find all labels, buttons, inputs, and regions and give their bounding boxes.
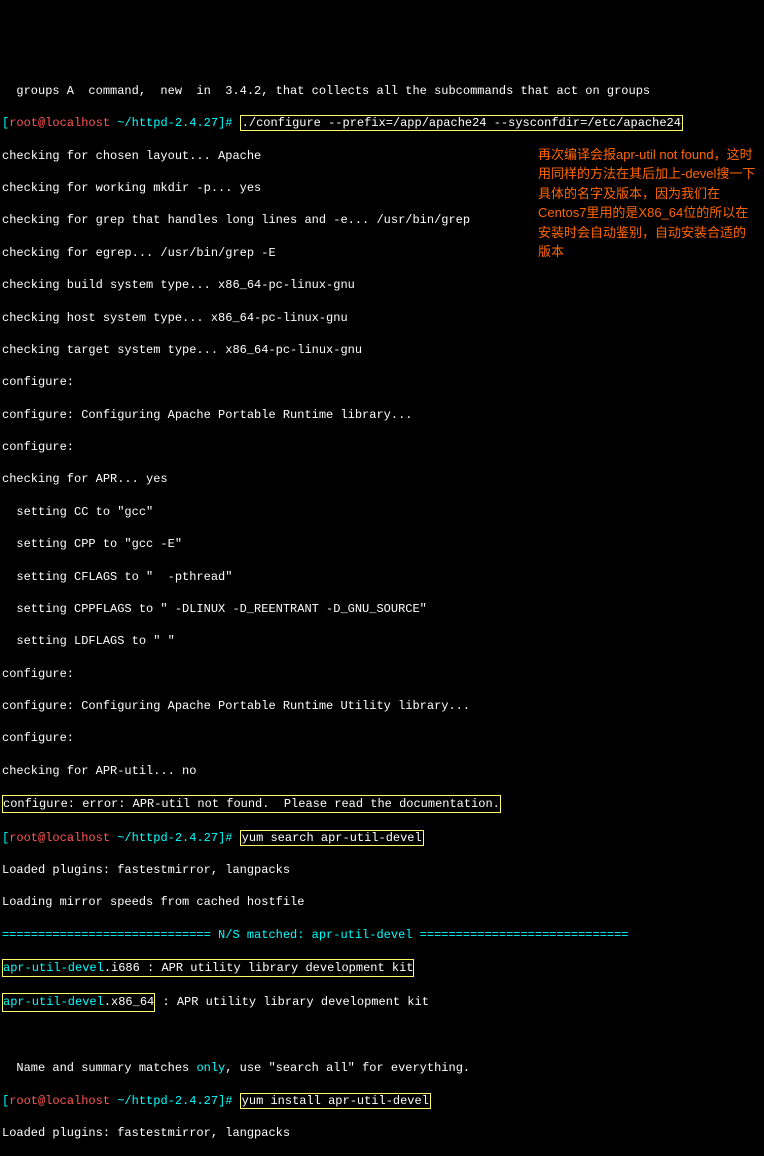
prompt-line-3: [root@localhost ~/httpd-2.4.27]# yum ins… [2, 1093, 762, 1109]
path-sep: ~/ [110, 831, 132, 845]
bracket-close: ]# [218, 116, 232, 130]
yum-search-command: yum search apr-util-devel [240, 830, 424, 846]
match-header: ============================= N/S matche… [2, 927, 762, 943]
configure-command: ./configure --prefix=/app/apache24 --sys… [240, 115, 683, 131]
error-not-found: configure: error: APR-util not found. Pl… [2, 795, 501, 813]
user-host: root@localhost [9, 831, 110, 845]
yum-install-command: yum install apr-util-devel [240, 1093, 431, 1109]
output-line: setting CPP to "gcc -E" [2, 536, 762, 552]
output-line: Loaded plugins: fastestmirror, langpacks [2, 862, 762, 878]
pkg-desc: : APR utility library development kit [155, 995, 429, 1009]
terminal-window[interactable]: groups A command, new in 3.4.2, that col… [2, 67, 762, 1156]
output-line: setting CFLAGS to " -pthread" [2, 569, 762, 585]
package-result-1: apr-util-devel.i686 : APR utility librar… [2, 959, 762, 977]
prompt-line-1: [root@localhost ~/httpd-2.4.27]# ./confi… [2, 115, 762, 131]
partial-output: groups A command, new in 3.4.2, that col… [2, 83, 762, 99]
output-line: configure: Configuring Apache Portable R… [2, 407, 762, 423]
output-line: setting LDFLAGS to " " [2, 633, 762, 649]
output-line: checking host system type... x86_64-pc-l… [2, 310, 762, 326]
output-line: configure: Configuring Apache Portable R… [2, 698, 762, 714]
summary-only: only [196, 1061, 225, 1075]
output-line: Loaded plugins: fastestmirror, langpacks [2, 1125, 762, 1141]
output-line: Loading mirror speeds from cached hostfi… [2, 894, 762, 910]
output-line: configure: [2, 439, 762, 455]
summary-post: , use "search all" for everything. [225, 1061, 470, 1075]
cwd: httpd-2.4.27 [132, 831, 218, 845]
error-line: configure: error: APR-util not found. Pl… [2, 795, 762, 813]
output-line: checking build system type... x86_64-pc-… [2, 277, 762, 293]
user-host: root@localhost [9, 116, 110, 130]
output-line: checking target system type... x86_64-pc… [2, 342, 762, 358]
output-line: setting CC to "gcc" [2, 504, 762, 520]
path-sep: ~/ [110, 116, 132, 130]
output-line: checking for APR-util... no [2, 763, 762, 779]
bracket: [ [2, 831, 9, 845]
pkg-box: apr-util-devel.x86_64 [2, 993, 155, 1011]
summary-pre: Name and summary matches [2, 1061, 196, 1075]
pkg-arch: .x86_64 [104, 995, 154, 1009]
output-line: configure: [2, 374, 762, 390]
blank-line [2, 1028, 762, 1044]
annotation-text: 再次编译会报apr-util not found，这时用同样的方法在其后加上-d… [538, 145, 758, 262]
output-line: setting CPPFLAGS to " -DLINUX -D_REENTRA… [2, 601, 762, 617]
pkg-box: apr-util-devel.i686 : APR utility librar… [2, 959, 414, 977]
cwd: httpd-2.4.27 [132, 116, 218, 130]
package-result-2: apr-util-devel.x86_64 : APR utility libr… [2, 993, 762, 1011]
output-line: configure: [2, 730, 762, 746]
summary-line: Name and summary matches only, use "sear… [2, 1060, 762, 1076]
path-sep: ~/ [110, 1094, 132, 1108]
pkg-arch: .i686 : [104, 961, 162, 975]
bracket-close: ]# [218, 1094, 232, 1108]
output-line: configure: [2, 666, 762, 682]
pkg-name: apr-util-devel [3, 961, 104, 975]
pkg-name: apr-util-devel [3, 995, 104, 1009]
cwd: httpd-2.4.27 [132, 1094, 218, 1108]
bracket-close: ]# [218, 831, 232, 845]
bracket: [ [2, 1094, 9, 1108]
user-host: root@localhost [9, 1094, 110, 1108]
output-line: checking for APR... yes [2, 471, 762, 487]
pkg-desc: APR utility library development kit [161, 961, 413, 975]
prompt-line-2: [root@localhost ~/httpd-2.4.27]# yum sea… [2, 830, 762, 846]
